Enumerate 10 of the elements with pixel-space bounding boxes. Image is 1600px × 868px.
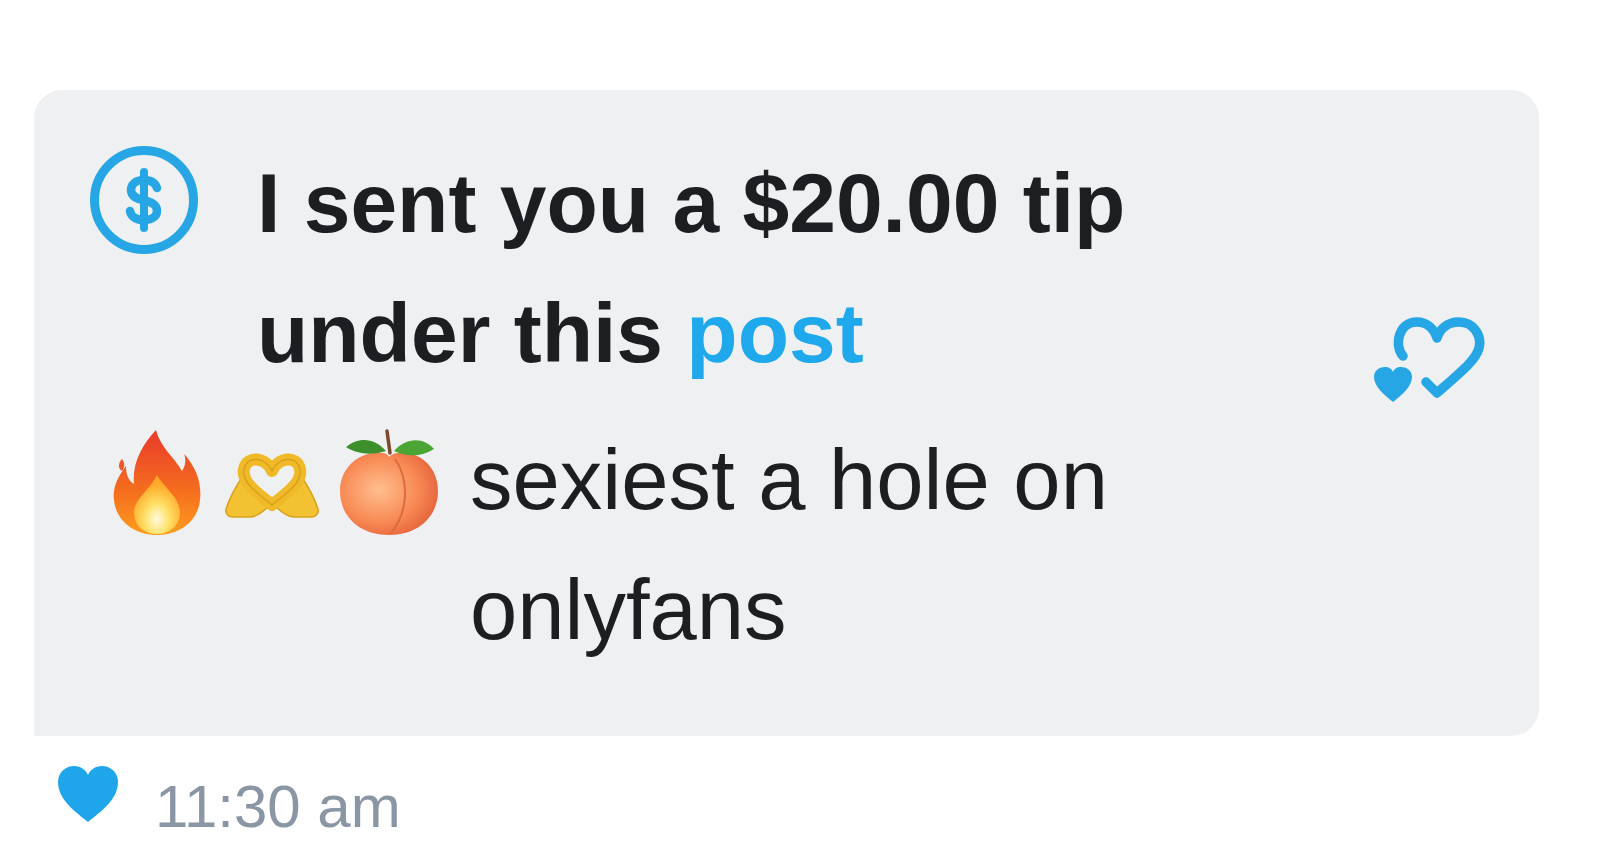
message-time: 11:30 am bbox=[155, 772, 401, 842]
dollar-coin-icon bbox=[90, 146, 198, 254]
heart-check-icon bbox=[1373, 314, 1485, 404]
message-text: sexiest a hole on onlyfans bbox=[470, 431, 1109, 659]
like-button[interactable] bbox=[1373, 314, 1485, 404]
tip-message: I sent you a $20.00 tip under this post bbox=[257, 155, 1127, 382]
post-link[interactable]: post bbox=[686, 286, 864, 380]
fire-icon bbox=[112, 429, 202, 536]
heart-icon[interactable] bbox=[56, 764, 120, 824]
peach-icon bbox=[338, 427, 440, 537]
